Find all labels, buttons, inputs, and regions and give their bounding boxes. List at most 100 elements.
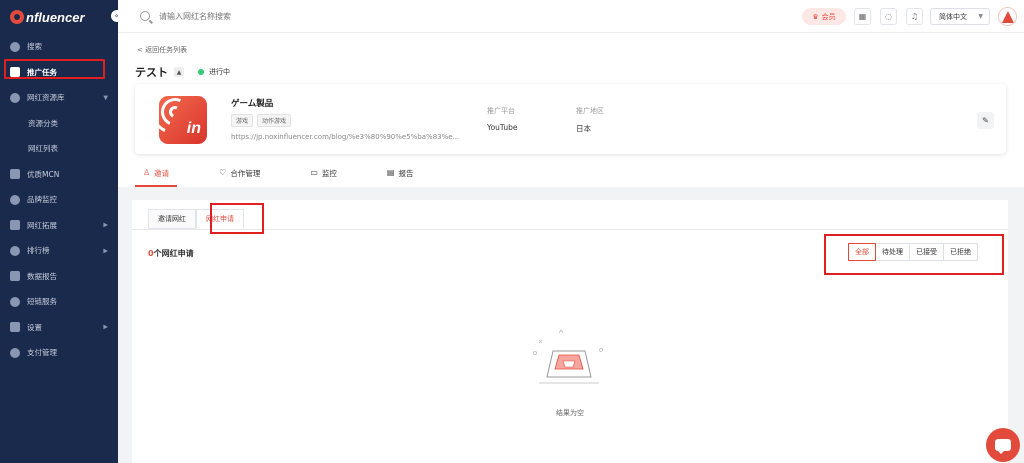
application-count: 0个网红申请 — [148, 248, 194, 259]
sidebar-item-label: 短链服务 — [27, 297, 57, 307]
empty-box-icon — [533, 329, 603, 384]
task-info-card: in ゲーム製品 游戏 动作游戏 https://jp.noxinfluence… — [135, 84, 1006, 154]
expand-arrow-icon: ▶ — [103, 221, 108, 229]
main-content: < 返回任务列表 テスト ▲ 进行中 in ゲーム製品 游戏 动作游戏 http… — [118, 33, 1024, 463]
region-label: 推广地区 — [576, 107, 604, 115]
message-button[interactable]: ◌ — [880, 8, 897, 25]
sidebar-item-label: 设置 — [27, 322, 42, 332]
tag: 游戏 — [231, 114, 254, 127]
building-icon — [10, 169, 20, 180]
applications-panel: 邀请网红 网红申请 0个网红申请 全部 待处理 已接受 已拒绝 结果为空 — [132, 200, 1008, 463]
sidebar-item[interactable]: 排行榜 ▶ — [0, 238, 118, 264]
expand-arrow-icon: ▶ — [103, 323, 108, 331]
report-icon — [10, 271, 20, 282]
sidebar-item-label: 资源分类 — [28, 118, 58, 128]
handshake-icon: ♡ — [219, 168, 227, 177]
task-tabs: ♙ 邀请 ♡ 合作管理 ▭ 监控 ▤ 报告 — [135, 166, 455, 187]
count-suffix: 个网红申请 — [153, 249, 194, 258]
edit-button[interactable]: ✎ — [977, 112, 994, 129]
grid-icon: ▦ — [858, 12, 867, 21]
sidebar-item-label: 网红列表 — [28, 144, 58, 154]
collapse-up-icon[interactable]: ▲ — [174, 67, 184, 77]
wallet-icon — [10, 347, 20, 358]
filter-all-button[interactable]: 全部 — [848, 243, 876, 261]
gear-icon — [10, 322, 20, 333]
chat-bubble-icon — [995, 439, 1011, 454]
brand-logo[interactable]: nfluencer « — [0, 0, 123, 34]
platform-value: YouTube — [487, 123, 518, 132]
task-header: < 返回任务列表 テスト ▲ 进行中 in ゲーム製品 游戏 动作游戏 http… — [118, 33, 1024, 187]
sidebar-item[interactable]: 品牌监控 — [0, 187, 118, 213]
tab-monitor[interactable]: ▭ 监控 — [302, 166, 345, 187]
sidebar-item-label: 网红拓展 — [27, 220, 57, 230]
chat-support-button[interactable] — [986, 428, 1020, 462]
game-name: ゲーム製品 — [231, 99, 274, 109]
tab-label: 监控 — [321, 169, 337, 178]
vip-button[interactable]: ♛ 会员 — [802, 8, 846, 25]
vip-label: 会员 — [821, 12, 836, 21]
sidebar-item-label: 品牌监控 — [27, 195, 57, 205]
sidebar-item-label: 排行榜 — [27, 246, 50, 256]
sidebar-item[interactable]: 数据报告 — [0, 264, 118, 290]
sidebar-item[interactable]: 短链服务 — [0, 289, 118, 315]
mail-icon — [10, 220, 20, 231]
subtab-invite-influencers[interactable]: 邀请网红 — [148, 209, 196, 229]
platform-label: 推广平台 — [487, 107, 515, 115]
sidebar-item[interactable]: 设置 ▶ — [0, 315, 118, 341]
sidebar-item-label: 网红资源库 — [27, 93, 65, 103]
search-input[interactable] — [159, 11, 359, 21]
back-label: 返回任务列表 — [145, 46, 188, 54]
sidebar-nav: 搜索 推广任务 网红资源库 ▼ 资源分类 网红列表 优质MCN 品牌监控 网红拓展 ▶ 排行榜 ▶ 数据… — [0, 34, 118, 366]
search-icon — [140, 11, 150, 21]
back-link[interactable]: < 返回任务列表 — [137, 45, 187, 55]
sidebar-item-label: 优质MCN — [27, 169, 60, 179]
compass-icon — [10, 41, 20, 52]
crown-icon: ♛ — [812, 12, 819, 21]
sidebar: nfluencer « 搜索 推广任务 网红资源库 ▼ 资源分类 网红列表 优质MCN 品牌监… — [0, 0, 123, 463]
grid-button[interactable]: ▦ — [854, 8, 871, 25]
expand-arrow-icon: ▶ — [103, 247, 108, 255]
language-select[interactable]: 简体中文 ▼ — [930, 8, 990, 25]
status-label: 进行中 — [209, 68, 230, 76]
empty-state-text: 结果为空 — [556, 409, 584, 417]
top-bar: ♛ 会员 ▦ ◌ ♫ 简体中文 ▼ — [118, 0, 1024, 33]
highlight-box-applications-tab — [210, 203, 264, 234]
link-icon — [10, 296, 20, 307]
sidebar-item[interactable]: 搜索 — [0, 34, 118, 60]
sidebar-item-label: 搜索 — [27, 42, 42, 52]
sidebar-item[interactable]: 网红拓展 ▶ — [0, 213, 118, 239]
product-url[interactable]: https://jp.noxinfluencer.com/blog/%e3%80… — [231, 133, 459, 141]
person-icon: ♙ — [143, 168, 151, 177]
tab-report[interactable]: ▤ 报告 — [379, 166, 422, 187]
search-bar — [140, 11, 359, 21]
user-avatar[interactable] — [998, 7, 1017, 26]
bars-icon — [10, 245, 20, 256]
sidebar-item-label: 数据报告 — [27, 271, 57, 281]
game-tags: 游戏 动作游戏 — [231, 114, 292, 127]
region-value: 日本 — [576, 124, 591, 133]
status-dot-icon — [198, 69, 204, 75]
chevron-left-icon: < — [137, 46, 146, 54]
tab-invite[interactable]: ♙ 邀请 — [135, 166, 178, 187]
sidebar-item[interactable]: 资源分类 — [0, 111, 118, 137]
highlight-box-promotion-task — [4, 59, 105, 79]
sidebar-item[interactable]: 网红列表 — [0, 136, 118, 162]
monitor-icon — [10, 194, 20, 205]
chevron-down-icon: ▼ — [978, 13, 983, 20]
document-icon: ▤ — [386, 168, 395, 177]
sidebar-item[interactable]: 支付管理 — [0, 340, 118, 366]
sidebar-item[interactable]: 网红资源库 ▼ — [0, 85, 118, 111]
tab-cooperation[interactable]: ♡ 合作管理 — [211, 166, 268, 187]
sidebar-item-label: 支付管理 — [27, 348, 57, 358]
notification-button[interactable]: ♫ — [906, 8, 923, 25]
tag: 动作游戏 — [257, 114, 292, 127]
sidebar-item[interactable]: 优质MCN — [0, 162, 118, 188]
logo-mark-icon — [10, 10, 24, 24]
tab-label: 邀请 — [154, 169, 170, 178]
tab-label: 合作管理 — [230, 169, 261, 178]
chat-icon: ◌ — [885, 12, 892, 21]
bell-icon: ♫ — [910, 12, 919, 21]
task-title-text: テスト — [135, 66, 168, 79]
heart-icon — [10, 92, 20, 103]
brand-name: nfluencer — [26, 9, 85, 25]
